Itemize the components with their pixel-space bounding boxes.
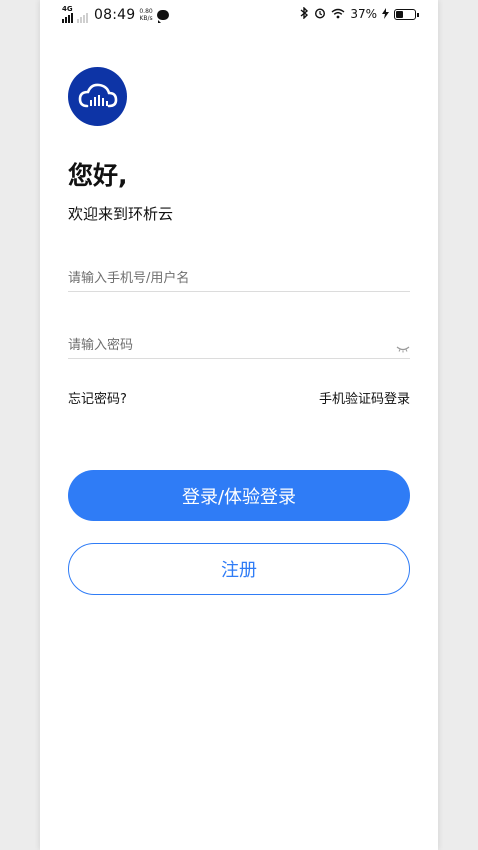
bluetooth-icon — [300, 6, 309, 21]
signal-icon — [62, 13, 73, 23]
wifi-icon — [331, 8, 345, 21]
speed-unit: KB/s — [139, 14, 153, 22]
status-bar: 4G 08:49 0.80 KB/s 37% — [40, 0, 438, 32]
status-left: 4G 08:49 0.80 KB/s — [62, 6, 169, 23]
username-field — [68, 266, 410, 292]
register-button[interactable]: 注册 — [68, 543, 410, 595]
eye-closed-icon[interactable] — [396, 339, 410, 353]
network-indicator: 4G — [62, 6, 73, 23]
greeting-title: 您好, — [68, 161, 128, 190]
message-icon — [156, 9, 169, 23]
login-button[interactable]: 登录/体验登录 — [68, 470, 410, 521]
alarm-icon — [314, 7, 326, 21]
status-time: 08:49 — [94, 6, 136, 23]
app-screen: 4G 08:49 0.80 KB/s 37% 您好, 欢迎来到环析云 请输入手机… — [40, 0, 438, 850]
charging-icon — [382, 7, 389, 21]
username-input[interactable] — [68, 266, 388, 290]
sms-login-link[interactable]: 手机验证码登录 — [319, 388, 410, 407]
signal-icon-secondary — [77, 13, 88, 23]
battery-percent: 37% — [350, 7, 377, 21]
speed-value: 0.80 — [139, 7, 153, 15]
network-speed: 0.80 KB/s — [139, 8, 152, 22]
welcome-text: 欢迎来到环析云 — [68, 205, 174, 223]
battery-level — [396, 10, 403, 18]
cloud-logo-icon — [68, 67, 127, 126]
forgot-password-link[interactable]: 忘记密码? — [68, 388, 127, 407]
password-input[interactable] — [68, 333, 388, 357]
battery-icon — [394, 8, 419, 20]
network-type: 4G — [62, 5, 73, 13]
status-right: 37% — [300, 6, 419, 21]
password-field — [68, 333, 410, 359]
